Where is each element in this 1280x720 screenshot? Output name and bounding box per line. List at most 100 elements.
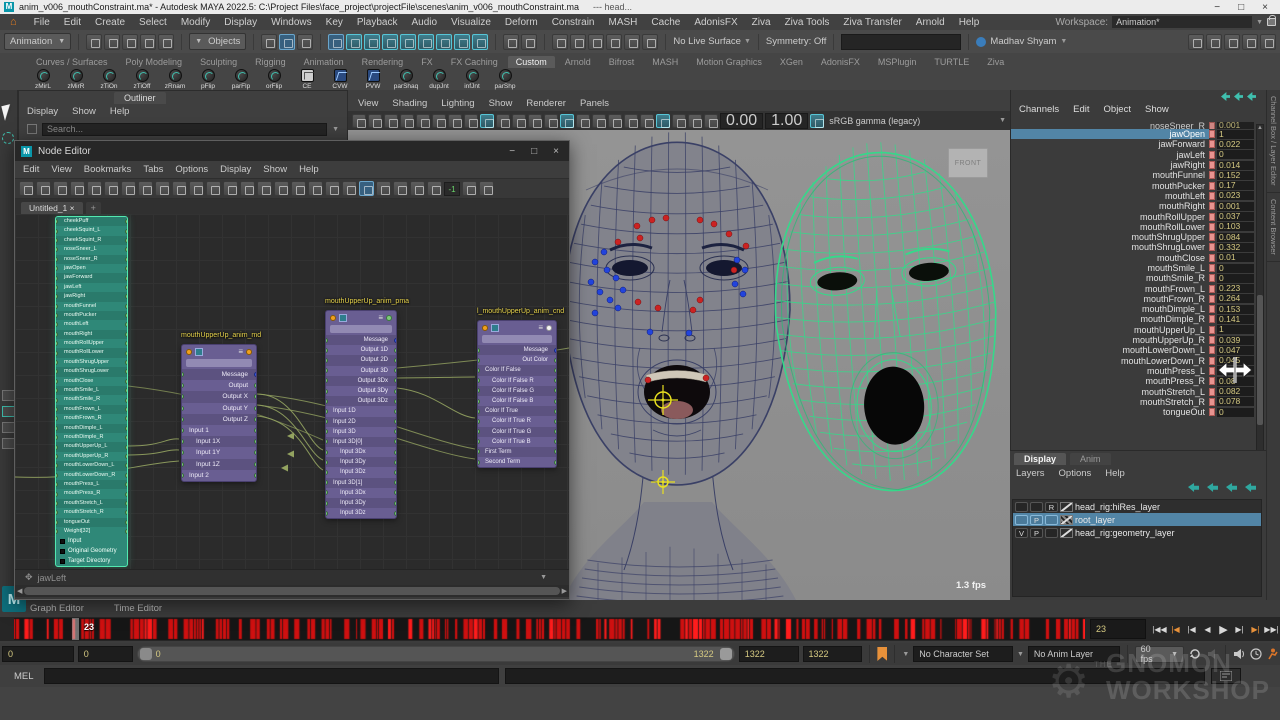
input-port[interactable] xyxy=(56,445,58,450)
outliner-tab[interactable]: Outliner xyxy=(114,92,166,104)
node-attr-Output-2D[interactable]: Output 2D xyxy=(326,355,396,365)
output-port[interactable] xyxy=(125,276,127,281)
shelf-item-CVW[interactable]: CVW xyxy=(325,69,355,90)
shelf-tab-animation[interactable]: Animation xyxy=(296,56,352,68)
output-port[interactable] xyxy=(125,435,127,440)
snap-to-view-planes-icon[interactable] xyxy=(418,34,434,50)
panel-menu-shading[interactable]: Shading xyxy=(392,98,427,111)
channel-menu-channels[interactable]: Channels xyxy=(1019,104,1059,115)
channel-box-toggle-icon[interactable] xyxy=(1260,34,1276,50)
input-port[interactable] xyxy=(326,460,328,465)
node-attr-Input-1D[interactable]: Input 1D xyxy=(326,406,396,416)
graph-input-output-icon[interactable] xyxy=(70,181,85,196)
input-port[interactable] xyxy=(56,435,58,440)
redo-icon[interactable] xyxy=(158,34,174,50)
node-attr-mouthStretch-L[interactable]: mouthStretch_L xyxy=(56,499,127,508)
channel-row-mouthRollUpper[interactable]: mouthRollUpper0.037 xyxy=(1011,211,1257,221)
channel-row-jawForward[interactable]: jawForward0.022 xyxy=(1011,139,1257,149)
image-plane-icon[interactable] xyxy=(400,114,414,128)
output-port[interactable] xyxy=(394,358,396,363)
command-language-label[interactable]: MEL xyxy=(14,671,38,682)
node-attr-Input-3Dy[interactable]: Input 3Dy xyxy=(326,457,396,467)
menu-item-modify[interactable]: Modify xyxy=(174,17,217,28)
menu-item-display[interactable]: Display xyxy=(217,17,264,28)
node-attr-mouthSmile-L[interactable]: mouthSmile_L xyxy=(56,386,127,395)
expand-width-icon[interactable] xyxy=(462,181,477,196)
node-mouthUpperUp_anim_md[interactable]: ≡MessageOutputOutput XOutput YOutput ZIn… xyxy=(181,344,257,482)
snap-help-icon[interactable] xyxy=(472,34,488,50)
output-port[interactable] xyxy=(394,480,396,485)
node-graph-canvas[interactable]: cheekPuffcheekSquint_LcheekSquint_RnoseS… xyxy=(15,214,569,569)
layer-tab-anim[interactable]: Anim xyxy=(1070,453,1111,465)
output-port[interactable] xyxy=(125,266,127,271)
node-attr-Input-3Dx[interactable]: Input 3Dx xyxy=(326,447,396,457)
input-port[interactable] xyxy=(182,372,184,377)
output-port[interactable] xyxy=(554,460,556,465)
save-scene-icon[interactable] xyxy=(122,34,138,50)
node-attr-Input-2[interactable]: Input 2 xyxy=(182,470,256,481)
channel-manip-icon[interactable] xyxy=(1247,92,1256,101)
lay-out-rows-icon[interactable] xyxy=(172,181,187,196)
node-attr-Output-3Dx[interactable]: Output 3Dx xyxy=(326,376,396,386)
node-attr-mouthPress-L[interactable]: mouthPress_L xyxy=(56,480,127,489)
workspace-select[interactable]: Animation* xyxy=(1112,16,1252,28)
attribute-editor-icon[interactable] xyxy=(1224,34,1240,50)
output-port[interactable] xyxy=(125,407,127,412)
simple-view-icon[interactable] xyxy=(342,181,357,196)
history-b-icon[interactable] xyxy=(624,34,640,50)
live-surface-field[interactable]: No Live Surface xyxy=(673,36,741,47)
shelf-tab-fx[interactable]: FX xyxy=(413,56,441,68)
channel-row-mouthFunnel[interactable]: mouthFunnel0.152 xyxy=(1011,170,1257,180)
channel-row-mouthFrown_L[interactable]: mouthFrown_L0.223 xyxy=(1011,283,1257,293)
shadows-icon[interactable] xyxy=(528,114,542,128)
outliner-search-input[interactable]: Search... xyxy=(42,123,327,136)
user-account-menu[interactable]: Madhav Shyam▼ xyxy=(976,36,1067,47)
output-port[interactable] xyxy=(394,399,396,404)
shelf-item-parShaq[interactable]: parShaq xyxy=(391,69,421,90)
fps-select[interactable]: 60 fps▼ xyxy=(1135,646,1184,663)
output-port[interactable] xyxy=(125,304,127,309)
input-port[interactable] xyxy=(478,378,480,383)
lock-graph-icon[interactable] xyxy=(393,181,408,196)
output-port[interactable] xyxy=(125,313,127,318)
node-attr-mouthRollLower[interactable]: mouthRollLower xyxy=(56,348,127,357)
channel-row-mouthClose[interactable]: mouthClose0.01 xyxy=(1011,253,1257,263)
output-port[interactable] xyxy=(554,399,556,404)
output-connections-icon[interactable] xyxy=(570,34,586,50)
node-attr-Input-1X[interactable]: Input 1X xyxy=(182,436,256,447)
output-port[interactable] xyxy=(554,429,556,434)
gamma-toggle-icon[interactable] xyxy=(704,114,718,128)
node-attr-Input-1[interactable]: Input 1 xyxy=(182,425,256,436)
output-port[interactable] xyxy=(125,322,127,327)
node-attr-Input[interactable]: Input xyxy=(56,536,127,546)
tab-close-icon[interactable]: × xyxy=(70,203,75,213)
go-to-start-button[interactable]: |◀◀ xyxy=(1152,619,1167,639)
graph-output-icon[interactable] xyxy=(87,181,102,196)
shelf-item-parShp[interactable]: parShp xyxy=(490,69,520,90)
input-port[interactable] xyxy=(478,409,480,414)
shelf-tab-ziva[interactable]: Ziva xyxy=(979,56,1012,68)
humanik-icon[interactable] xyxy=(1206,34,1222,50)
menu-item-ziva-transfer[interactable]: Ziva Transfer xyxy=(836,17,908,28)
input-port[interactable] xyxy=(326,439,328,444)
node-attr-mouthPucker[interactable]: mouthPucker xyxy=(56,311,127,320)
open-scene-icon[interactable] xyxy=(104,34,120,50)
channel-row-partial[interactable]: noseSneer_R0.001 xyxy=(1011,122,1257,129)
exposure-toggle-icon[interactable] xyxy=(688,114,702,128)
channel-row-mouthPucker[interactable]: mouthPucker0.17 xyxy=(1011,180,1257,190)
node-attr-Second-Term[interactable]: Second Term xyxy=(478,457,556,467)
node-editor-menu-display[interactable]: Display xyxy=(220,164,251,175)
make-live-icon[interactable] xyxy=(436,34,452,50)
channel-value[interactable]: 0.047 xyxy=(1217,346,1254,355)
play-forwards-button[interactable]: ▶ xyxy=(1216,619,1231,639)
output-port[interactable] xyxy=(125,426,127,431)
side-tab-content-browser[interactable]: Content Browser xyxy=(1267,193,1280,262)
outliner-menu-help[interactable]: Help xyxy=(110,106,130,117)
menu-item-playback[interactable]: Playback xyxy=(350,17,405,28)
output-port[interactable] xyxy=(254,473,256,478)
layer-from-selected-icon[interactable] xyxy=(1245,483,1256,492)
output-port[interactable] xyxy=(125,463,127,468)
node-attr-Original-Geometry[interactable]: Original Geometry xyxy=(56,546,127,556)
panel-menu-renderer[interactable]: Renderer xyxy=(526,98,566,111)
close-icon[interactable]: × xyxy=(1262,2,1268,13)
